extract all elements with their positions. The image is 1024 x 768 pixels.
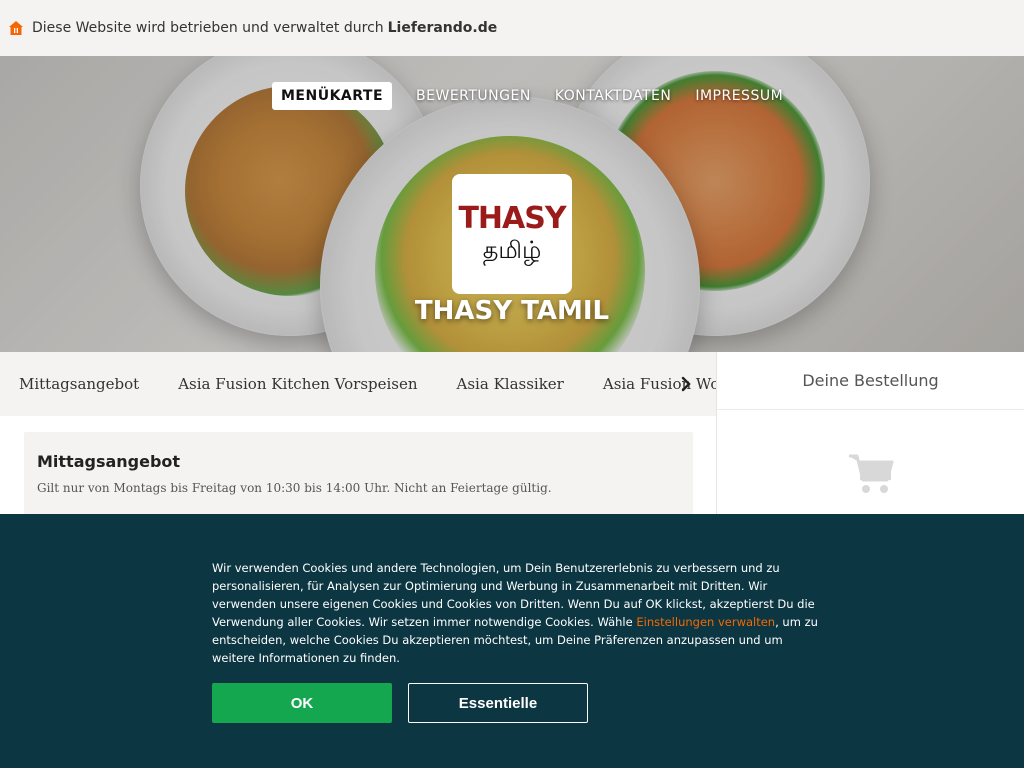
category-asia-fusion-wok[interactable]: Asia Fusion Wok [603,375,729,393]
basket-title: Deine Bestellung [717,352,1024,410]
nav-kontaktdaten[interactable]: KONTAKTDATEN [555,82,672,110]
cookie-essential-button[interactable]: Essentielle [408,683,588,723]
nav-bewertungen[interactable]: BEWERTUNGEN [416,82,531,110]
cookie-banner: Wir verwenden Cookies und andere Technol… [0,514,1024,768]
restaurant-name: THASY TAMIL [414,296,610,326]
category-asia-klassiker[interactable]: Asia Klassiker [457,375,564,393]
site-operator-bar: Diese Website wird betrieben und verwalt… [0,0,1024,56]
lieferando-home-icon [8,20,24,36]
menu-section-header: Mittagsangebot Gilt nur von Montags bis … [24,432,693,522]
cookie-text: Wir verwenden Cookies und andere Technol… [212,559,820,667]
logo-text-tamil: தமிழ் [482,236,542,264]
shopping-cart-icon [847,452,895,496]
nav-impressum[interactable]: IMPRESSUM [695,82,783,110]
section-description: Gilt nur von Montags bis Freitag von 10:… [37,481,552,495]
main-nav: MENÜKARTE BEWERTUNGEN KONTAKTDATEN IMPRE… [272,82,783,110]
cookie-ok-button[interactable]: OK [212,683,392,723]
nav-menukarte[interactable]: MENÜKARTE [272,82,393,110]
logo-text-latin: THASY [458,201,566,236]
operator-notice: Diese Website wird betrieben und verwalt… [32,20,384,36]
category-asia-fusion-kitchen-vorspeisen[interactable]: Asia Fusion Kitchen Vorspeisen [178,375,417,393]
category-mittagsangebot[interactable]: Mittagsangebot [19,375,139,393]
operator-brand-link[interactable]: Lieferando.de [388,20,498,36]
restaurant-logo: THASY தமிழ் [452,174,572,294]
hero-banner: MENÜKARTE BEWERTUNGEN KONTAKTDATEN IMPRE… [0,56,1024,352]
cookie-settings-link[interactable]: Einstellungen verwalten [636,615,775,629]
category-bar: Mittagsangebot Asia Fusion Kitchen Vorsp… [0,352,728,416]
section-title: Mittagsangebot [37,452,181,471]
chevron-right-icon[interactable] [676,374,696,394]
